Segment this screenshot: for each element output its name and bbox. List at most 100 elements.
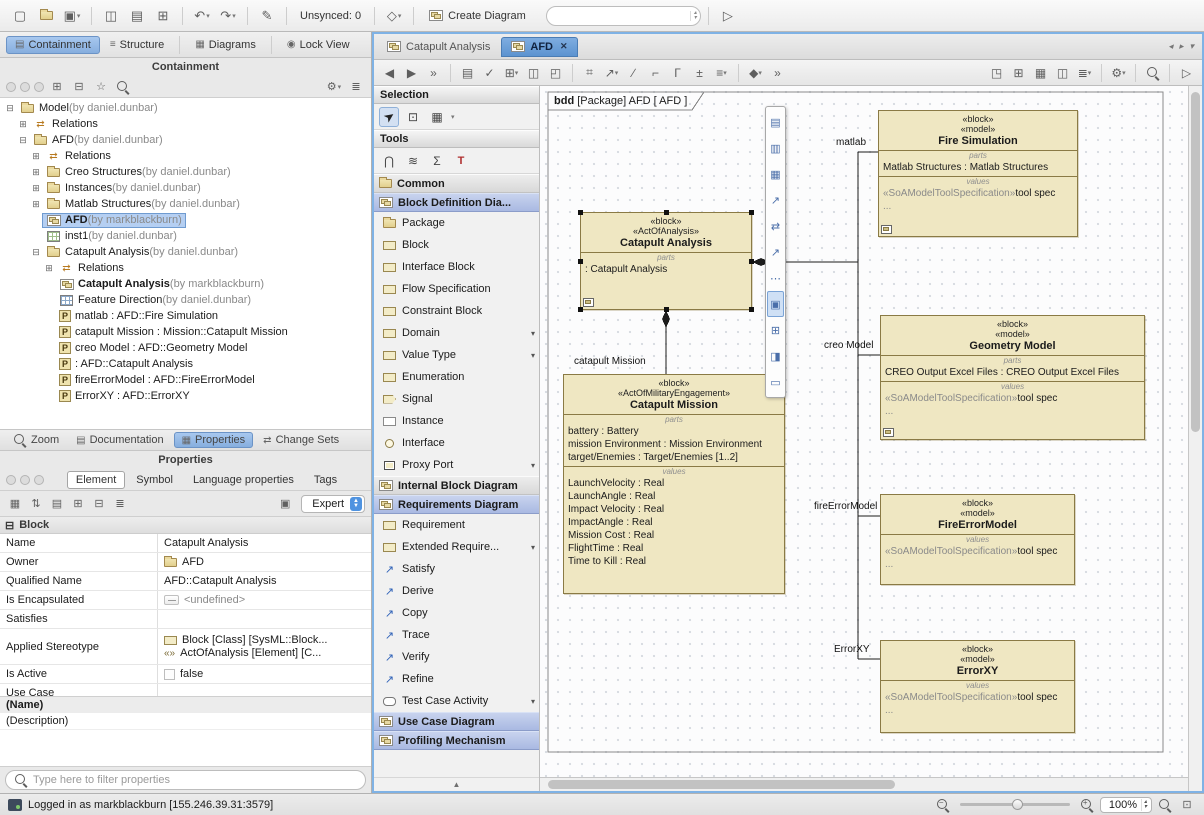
palette-category-profiling-mechanism[interactable]: Profiling Mechanism <box>374 731 539 750</box>
image-icon[interactable] <box>1030 63 1051 83</box>
link-icon[interactable] <box>767 187 784 213</box>
tree-item-relations[interactable]: Relations <box>0 260 371 276</box>
validate-icon[interactable] <box>479 63 500 83</box>
palette-item-satisfy[interactable]: Satisfy <box>374 558 539 580</box>
property-row-name[interactable]: NameCatapult Analysis <box>0 534 371 553</box>
cursor-tool-icon[interactable] <box>379 107 399 127</box>
block-catapult-analysis[interactable]: «block» «ActOfAnalysis» Catapult Analysi… <box>580 212 752 310</box>
expander-icon[interactable] <box>30 167 42 178</box>
palette-item-block[interactable]: Block <box>374 234 539 256</box>
filter-field[interactable] <box>5 770 366 790</box>
play-icon[interactable] <box>716 5 740 27</box>
forward-icon[interactable] <box>401 63 422 83</box>
edge-label-matlab[interactable]: matlab <box>836 137 866 148</box>
documentation-pane-icon[interactable] <box>1052 63 1073 83</box>
run-icon[interactable] <box>1176 63 1197 83</box>
collapse-icon[interactable] <box>90 495 108 513</box>
multi-select-tool-icon[interactable] <box>427 107 447 127</box>
categorized-view-icon[interactable] <box>6 495 24 513</box>
note-icon[interactable] <box>523 63 544 83</box>
diagram-frame-label[interactable]: bdd [Package] AFD [ AFD ] <box>554 95 687 107</box>
used-projects-icon[interactable] <box>382 5 406 27</box>
show-grid-icon[interactable] <box>457 63 478 83</box>
more-tools-icon[interactable] <box>423 63 444 83</box>
marquee-tool-icon[interactable] <box>403 107 423 127</box>
zoom-out-icon[interactable] <box>936 798 950 812</box>
block-catapult-mission[interactable]: «block» «ActOfMilitaryEngagement» Catapu… <box>563 374 785 594</box>
zoom-in-icon[interactable] <box>1080 798 1094 812</box>
property-row-is-active[interactable]: Is Activefalse <box>0 665 371 684</box>
lock-icon[interactable] <box>276 495 294 513</box>
block-error-xy[interactable]: «block» «model» ErrorXY values «SoAModel… <box>880 640 1075 733</box>
tree-item-relations[interactable]: Relations <box>0 148 371 164</box>
new-window-icon[interactable] <box>986 63 1007 83</box>
style-icon[interactable] <box>745 63 766 83</box>
add-icon[interactable] <box>767 317 784 343</box>
table-icon[interactable] <box>1008 63 1029 83</box>
tree-item-part-catapult-mission[interactable]: catapult Mission : Mission::Catapult Mis… <box>0 324 371 340</box>
tree-item-catapult-analysis-package[interactable]: Catapult Analysis (by daniel.dunbar) <box>0 244 371 260</box>
expander-icon[interactable] <box>17 135 29 146</box>
unsynced-status[interactable]: Unsynced: 0 <box>300 10 361 22</box>
chevron-down-icon[interactable] <box>531 329 535 338</box>
print-icon[interactable] <box>125 5 149 27</box>
diagram-shortcut-icon[interactable] <box>881 225 892 234</box>
window-close-icon[interactable] <box>6 82 16 92</box>
palette-item-derive[interactable]: Derive <box>374 580 539 602</box>
edit-icon[interactable] <box>255 5 279 27</box>
palette-item-flow-specification[interactable]: Flow Specification <box>374 278 539 300</box>
diagram-canvas[interactable]: bdd [Package] AFD [ AFD ] «block» «ActOf… <box>540 86 1188 777</box>
add-element-icon[interactable] <box>501 63 522 83</box>
zoom-tool-icon[interactable] <box>1158 798 1172 812</box>
scroll-left-icon[interactable] <box>1168 41 1173 52</box>
block-geometry-model[interactable]: «block» «model» Geometry Model parts CRE… <box>880 315 1145 440</box>
fit-to-window-icon[interactable] <box>1178 796 1196 814</box>
horizontal-scrollbar[interactable] <box>540 777 1188 791</box>
block-fire-error-model[interactable]: «block» «model» FireErrorModel values «S… <box>880 494 1075 585</box>
property-row-satisfies[interactable]: Satisfies <box>0 610 371 629</box>
tab-list-icon[interactable] <box>1189 41 1194 52</box>
window-minimize-icon[interactable] <box>20 475 30 485</box>
collaboration-status-icon[interactable] <box>8 799 22 811</box>
property-section-block[interactable]: Block <box>0 517 371 534</box>
chevron-down-icon[interactable] <box>451 113 455 121</box>
rectilinear-path-icon[interactable] <box>645 63 666 83</box>
filter-input[interactable] <box>33 774 357 786</box>
tab-change-sets[interactable]: Change Sets <box>256 433 346 447</box>
tab-containment[interactable]: Containment <box>6 36 100 54</box>
palette-item-verify[interactable]: Verify <box>374 646 539 668</box>
tree-item-afd-package[interactable]: AFD (by daniel.dunbar) <box>0 132 371 148</box>
palette-item-refine[interactable]: Refine <box>374 668 539 690</box>
new-project-icon[interactable] <box>8 5 32 27</box>
collapse-icon[interactable] <box>5 519 14 532</box>
palette-category-block-definition-diagram[interactable]: Block Definition Dia... <box>374 193 539 212</box>
tab-afd-diagram[interactable]: AFD <box>501 37 577 57</box>
selection-handle[interactable] <box>578 210 583 215</box>
search-input[interactable] <box>555 10 690 22</box>
tab-diagrams[interactable]: Diagrams <box>187 37 264 53</box>
tree-item-creo-structures[interactable]: Creo Structures (by daniel.dunbar) <box>0 164 371 180</box>
operations-icon[interactable] <box>767 161 784 187</box>
chevron-down-icon[interactable] <box>531 543 535 552</box>
quick-search-field[interactable] <box>546 6 701 26</box>
expander-icon[interactable] <box>4 103 16 114</box>
expander-icon[interactable] <box>43 263 55 274</box>
collapse-all-icon[interactable] <box>70 78 88 96</box>
tab-documentation[interactable]: Documentation <box>69 433 170 447</box>
tree-item-instances[interactable]: Instances (by daniel.dunbar) <box>0 180 371 196</box>
tab-properties[interactable]: Properties <box>174 432 254 448</box>
tree-item-part-fire-error-model[interactable]: fireErrorModel : AFD::FireErrorModel <box>0 372 371 388</box>
tree-item-inst1[interactable]: inst1 (by daniel.dunbar) <box>0 228 371 244</box>
edge-label-creo-model[interactable]: creo Model <box>824 340 873 351</box>
tab-structure[interactable]: Structure <box>102 37 172 53</box>
palette-item-trace[interactable]: Trace <box>374 624 539 646</box>
swimlane-icon[interactable] <box>579 63 600 83</box>
expander-icon[interactable] <box>30 151 42 162</box>
relation-icon[interactable] <box>767 239 784 265</box>
attributes-icon[interactable] <box>767 135 784 161</box>
grid-icon[interactable] <box>767 291 784 317</box>
palette-item-value-type[interactable]: Value Type <box>374 344 539 366</box>
tab-symbol[interactable]: Symbol <box>127 471 182 489</box>
palette-item-instance[interactable]: Instance <box>374 410 539 432</box>
project-options-icon[interactable] <box>151 5 175 27</box>
